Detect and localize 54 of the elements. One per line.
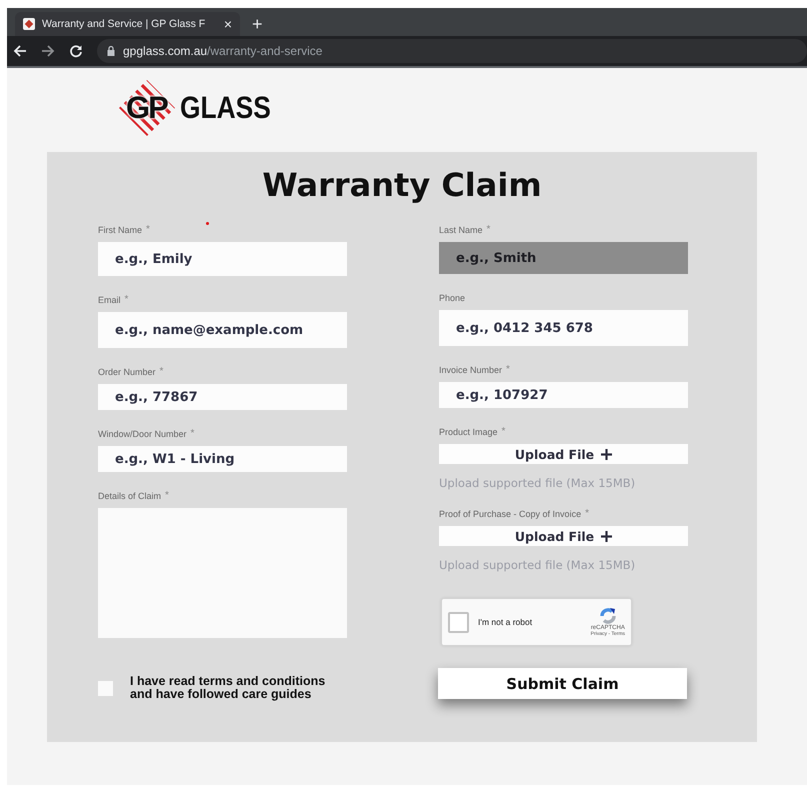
address-bar[interactable]: gpglass.com.au/warranty-and-service (97, 39, 807, 63)
input-field[interactable]: e.g., W1 - Living (98, 446, 347, 472)
required-mark: * (486, 224, 490, 236)
url-host: gpglass.com.au (123, 44, 208, 58)
captcha-checkbox[interactable] (448, 612, 469, 632)
input-field[interactable]: e.g., 77867 (98, 384, 347, 410)
required-mark: * (506, 364, 510, 376)
required-mark: * (190, 428, 194, 440)
required-mark: * (585, 508, 589, 520)
field-label: Phone (439, 292, 466, 304)
upload-button[interactable]: Upload File (439, 526, 688, 546)
required-mark: * (160, 366, 164, 378)
checkbox[interactable] (98, 680, 113, 696)
input-field[interactable]: e.g., 0412 345 678 (439, 310, 688, 346)
logo-text: GLASS (180, 90, 271, 126)
field-label: Product Image (439, 426, 498, 438)
input-field[interactable]: e.g., Smith (439, 242, 688, 274)
close-tab-button[interactable]: × (224, 17, 232, 31)
submit-button[interactable]: Submit Claim (438, 668, 687, 699)
input-field[interactable]: e.g., Emily (98, 242, 347, 276)
upload-hint: Upload supported file (Max 15MB) (439, 476, 636, 490)
required-mark: * (165, 490, 169, 502)
field-label: Window/Door Number (98, 428, 187, 440)
favicon-icon (23, 18, 35, 30)
input-field[interactable]: e.g., 107927 (439, 382, 688, 408)
required-mark: * (502, 426, 506, 438)
new-tab-button[interactable]: + (252, 12, 263, 36)
upload-hint: Upload supported file (Max 15MB) (439, 558, 636, 572)
lock-icon (107, 46, 115, 56)
input-field[interactable]: e.g., name@example.com (98, 312, 347, 348)
forward-icon[interactable] (41, 44, 55, 58)
back-icon[interactable] (13, 44, 27, 58)
agreement-text: I have read terms and conditions and have followed care guides (130, 675, 326, 701)
browser-tab[interactable]: Warranty and Service | GP Glass F × (15, 12, 240, 36)
field-label: Details of Claim (98, 490, 162, 502)
reload-icon[interactable] (69, 44, 83, 58)
field-label: Proof of Purchase - Copy of Invoice (439, 508, 582, 520)
field-label: Email (98, 294, 121, 306)
field-label: Last Name (439, 224, 483, 236)
dot-mark (206, 222, 209, 225)
plus-icon (601, 530, 612, 542)
captcha-label: I'm not a robot (478, 617, 534, 627)
field-label: Order Number (98, 366, 156, 378)
field-label: Invoice Number (439, 364, 502, 376)
captcha-logo-icon (598, 607, 618, 625)
required-mark: * (146, 224, 150, 236)
tab-title: Warranty and Service | GP Glass F (42, 18, 206, 30)
plus-icon (601, 448, 612, 460)
url-path: /warranty-and-service (207, 44, 322, 58)
textarea-field[interactable] (98, 508, 347, 638)
required-mark: * (124, 294, 128, 306)
field-label: First Name (98, 224, 142, 236)
form-title: Warranty Claim (261, 166, 543, 204)
upload-button[interactable]: Upload File (439, 444, 688, 464)
